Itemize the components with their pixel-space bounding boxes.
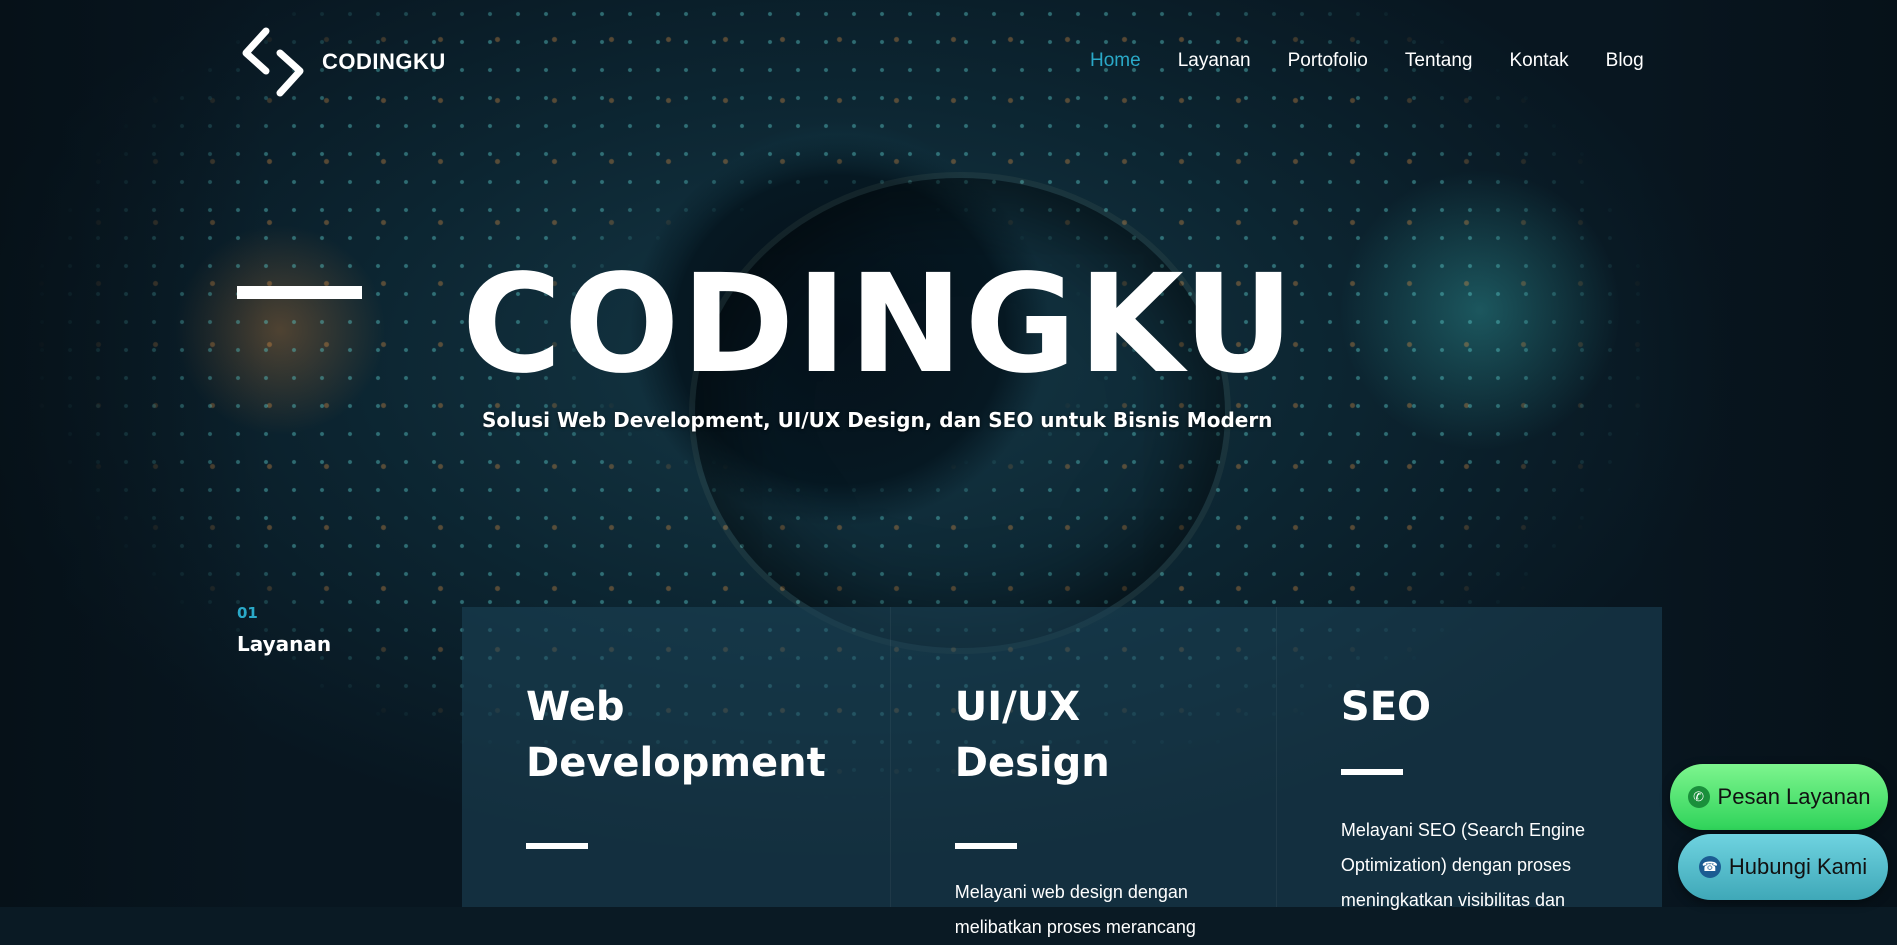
- service-divider: [1340, 769, 1403, 775]
- order-service-button[interactable]: ✆ Pesan Layanan: [1670, 764, 1888, 830]
- phone-icon: ☎: [1698, 856, 1721, 878]
- nav-blog[interactable]: Blog: [1606, 50, 1644, 72]
- nav-portofolio[interactable]: Portofolio: [1288, 50, 1368, 72]
- hero-accent-line: [237, 286, 362, 299]
- service-divider: [954, 843, 1017, 849]
- service-divider: [526, 843, 588, 849]
- nav-tentang[interactable]: Tentang: [1405, 50, 1473, 72]
- code-brackets-icon: [242, 27, 304, 97]
- nav-kontak[interactable]: Kontak: [1510, 50, 1569, 72]
- service-card-uiux-design[interactable]: UI/UX Design Melayani web design dengan …: [889, 607, 1276, 937]
- service-title: UI/UX Design: [954, 684, 1110, 786]
- section-label: Layanan: [237, 632, 332, 656]
- hero-title: CODINGKU: [462, 246, 1296, 404]
- service-title: SEO: [1340, 684, 1432, 730]
- section-number: 01: [237, 604, 258, 622]
- nav-layanan[interactable]: Layanan: [1178, 50, 1251, 72]
- brand-logo[interactable]: CODINGKU: [240, 25, 446, 99]
- service-card-seo[interactable]: SEO Melayani SEO (Search Engine Optimiza…: [1275, 607, 1662, 910]
- contact-us-label: Hubungi Kami: [1728, 854, 1868, 879]
- order-service-label: Pesan Layanan: [1717, 784, 1871, 809]
- contact-us-button[interactable]: ☎ Hubungi Kami: [1678, 834, 1888, 900]
- brand-name: CODINGKU: [322, 49, 446, 74]
- whatsapp-icon: ✆: [1687, 786, 1710, 808]
- page-content: CODINGKU Home Layanan Portofolio Tentang…: [0, 0, 1897, 937]
- nav-home[interactable]: Home: [1090, 50, 1141, 72]
- service-description: Melayani SEO (Search Engine Optimization…: [1340, 820, 1586, 910]
- service-card-web-development[interactable]: Web Development: [462, 607, 890, 907]
- service-title: Web Development: [526, 684, 826, 786]
- hero-subtitle: Solusi Web Development, UI/UX Design, da…: [482, 408, 1273, 432]
- main-nav: Home Layanan Portofolio Tentang Kontak B…: [1090, 50, 1644, 72]
- service-description: Melayani web design dengan melibatkan pr…: [954, 882, 1196, 937]
- services-cards: Web Development UI/UX Design Melayani we…: [462, 607, 1662, 937]
